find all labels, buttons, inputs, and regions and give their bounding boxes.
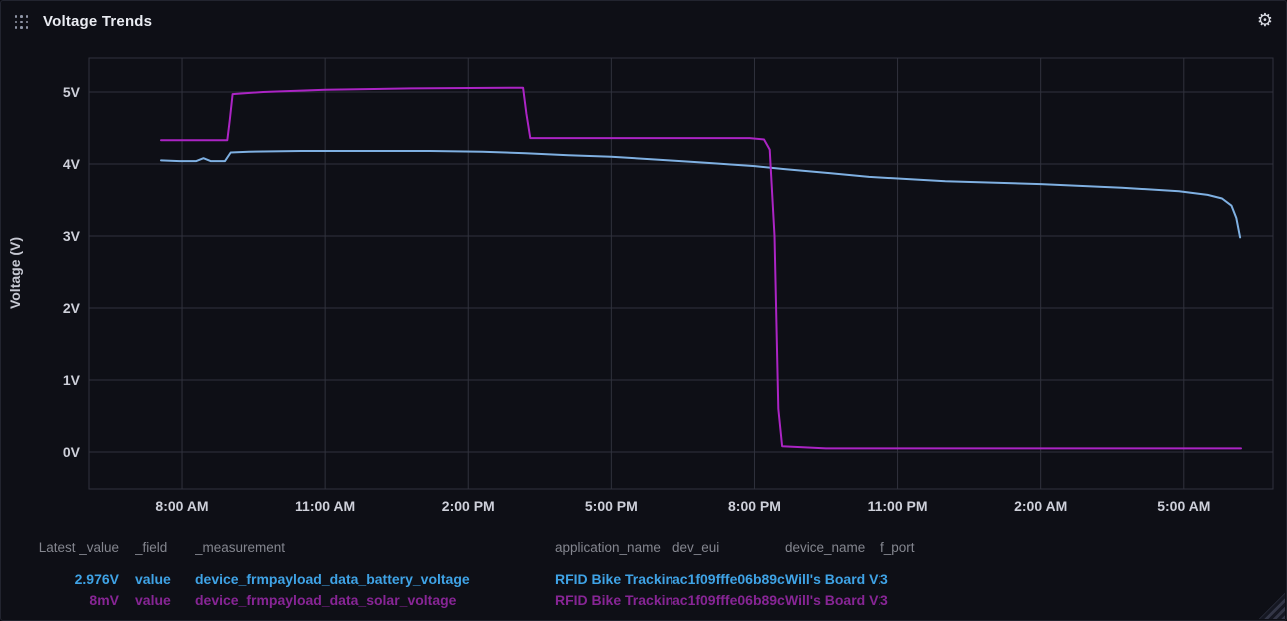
legend-cell[interactable]: value [135, 590, 195, 610]
x-tick-label: 2:00 AM [1014, 498, 1067, 514]
y-tick-label: 5V [63, 84, 81, 100]
legend-row[interactable]: 8mVvaluedevice_frmpayload_data_solar_vol… [1, 590, 1287, 610]
x-tick-label: 8:00 AM [155, 498, 208, 514]
legend-header-latest-value[interactable]: Latest _value [27, 538, 135, 558]
legend-cell[interactable]: device_frmpayload_data_battery_voltage [195, 569, 555, 589]
legend-row[interactable]: 2.976Vvaluedevice_frmpayload_data_batter… [1, 569, 1287, 589]
y-tick-label: 3V [63, 228, 81, 244]
legend-cell[interactable]: 8mV [27, 590, 135, 610]
legend-table: Latest _value_field_measurementapplicati… [1, 538, 1287, 611]
x-tick-label: 11:00 PM [868, 498, 928, 514]
legend-cell[interactable]: Will's Board V1 [785, 590, 880, 610]
legend-header-device-name[interactable]: device_name [785, 538, 880, 558]
legend-cell[interactable]: 2.976V [27, 569, 135, 589]
y-tick-label: 0V [63, 444, 81, 460]
y-axis-title: Voltage (V) [7, 237, 23, 309]
voltage-trends-panel: Voltage Trends ⚙ 8:00 AM11:00 AM2:00 PM5… [0, 0, 1287, 621]
legend-header--field[interactable]: _field [135, 538, 195, 558]
legend-header-dev-eui[interactable]: dev_eui [672, 538, 785, 558]
legend-header-row: Latest _value_field_measurementapplicati… [1, 538, 1287, 558]
x-tick-label: 5:00 AM [1157, 498, 1210, 514]
y-tick-label: 2V [63, 300, 81, 316]
legend-cell[interactable]: device_frmpayload_data_solar_voltage [195, 590, 555, 610]
legend-cell[interactable]: value [135, 569, 195, 589]
legend-cell[interactable]: RFID Bike Tracking [555, 569, 672, 589]
x-tick-label: 2:00 PM [442, 498, 495, 514]
legend-cell[interactable]: RFID Bike Tracking [555, 590, 672, 610]
series-line-device_frmpayload_data_solar_voltage [161, 88, 1241, 449]
legend-header-f-port[interactable]: f_port [880, 538, 1287, 558]
voltage-chart[interactable]: 8:00 AM 11:00 AM 2:00 PM 5:00 PM 8:00 PM 11:0… [1, 1, 1287, 531]
legend-header--measurement[interactable]: _measurement [195, 538, 555, 558]
legend-cell[interactable]: Will's Board V1 [785, 569, 880, 589]
x-tick-label: 8:00 PM [728, 498, 781, 514]
x-tick-label: 5:00 PM [585, 498, 638, 514]
legend-cell[interactable]: ac1f09fffe06b89c [672, 569, 785, 589]
legend-cell[interactable]: 3 [880, 590, 1287, 610]
legend-cell[interactable]: 3 [880, 569, 1287, 589]
legend-header-application-name[interactable]: application_name [555, 538, 672, 558]
y-tick-label: 1V [63, 372, 81, 388]
plot-border [89, 58, 1273, 489]
y-tick-label: 4V [63, 156, 81, 172]
legend-cell[interactable]: ac1f09fffe06b89c [672, 590, 785, 610]
x-tick-label: 11:00 AM [295, 498, 355, 514]
